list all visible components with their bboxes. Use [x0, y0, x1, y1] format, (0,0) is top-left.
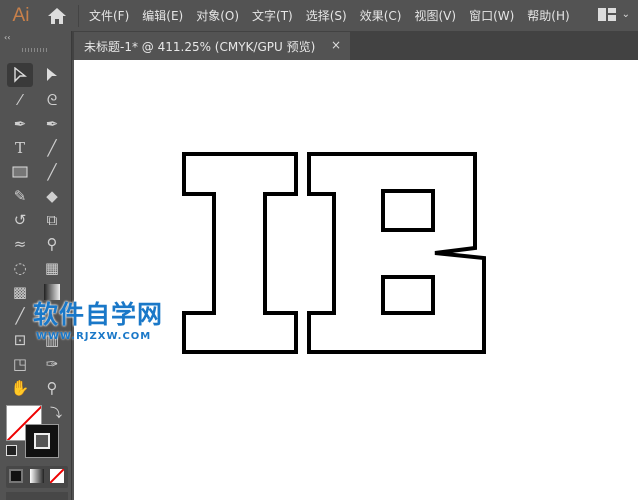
watermark: 软件自学网 WWW.RJZXW.COM: [33, 295, 163, 342]
watermark-title: 软件自学网: [33, 300, 164, 329]
watermark-url: WWW.RJZXW.COM: [36, 331, 152, 342]
letter-b-outline[interactable]: [307, 152, 486, 354]
letter-b-top-counter[interactable]: [381, 189, 435, 232]
ib-outline-artwork[interactable]: [0, 0, 638, 500]
letter-i-outline[interactable]: [182, 152, 298, 354]
letter-b-bottom-counter[interactable]: [381, 275, 435, 315]
